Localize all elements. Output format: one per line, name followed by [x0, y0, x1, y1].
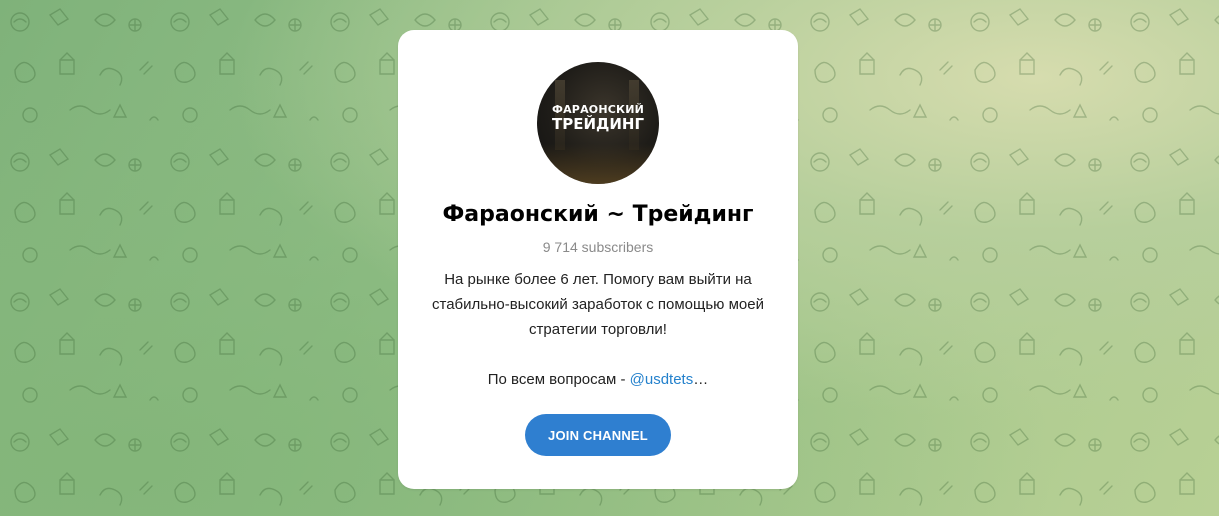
avatar-floor-decoration — [537, 144, 659, 184]
subscriber-count: 9 714 subscribers — [542, 239, 654, 255]
channel-description: На рынке более 6 лет. Помогу вам выйти н… — [412, 267, 784, 392]
contact-line: По всем вопросам - @usdtets… — [412, 367, 784, 392]
channel-avatar: ФАРАОНСКИЙ ТРЕЙДИНГ — [537, 62, 659, 184]
channel-title: Фараонский ~ Трейдинг — [442, 202, 754, 227]
join-channel-button[interactable]: JOIN CHANNEL — [525, 414, 671, 456]
channel-card: ФАРАОНСКИЙ ТРЕЙДИНГ Фараонский ~ Трейдин… — [398, 30, 798, 489]
contact-username-link[interactable]: @usdtets — [630, 371, 694, 388]
description-text: На рынке более 6 лет. Помогу вам выйти н… — [432, 271, 764, 338]
avatar-logo-line2: ТРЕЙДИНГ — [551, 115, 645, 133]
avatar-logo-text: ФАРАОНСКИЙ ТРЕЙДИНГ — [537, 104, 659, 132]
avatar-logo-line1: ФАРАОНСКИЙ — [551, 103, 645, 116]
contact-ellipsis: … — [693, 371, 709, 388]
contact-prefix: По всем вопросам - — [487, 371, 630, 388]
